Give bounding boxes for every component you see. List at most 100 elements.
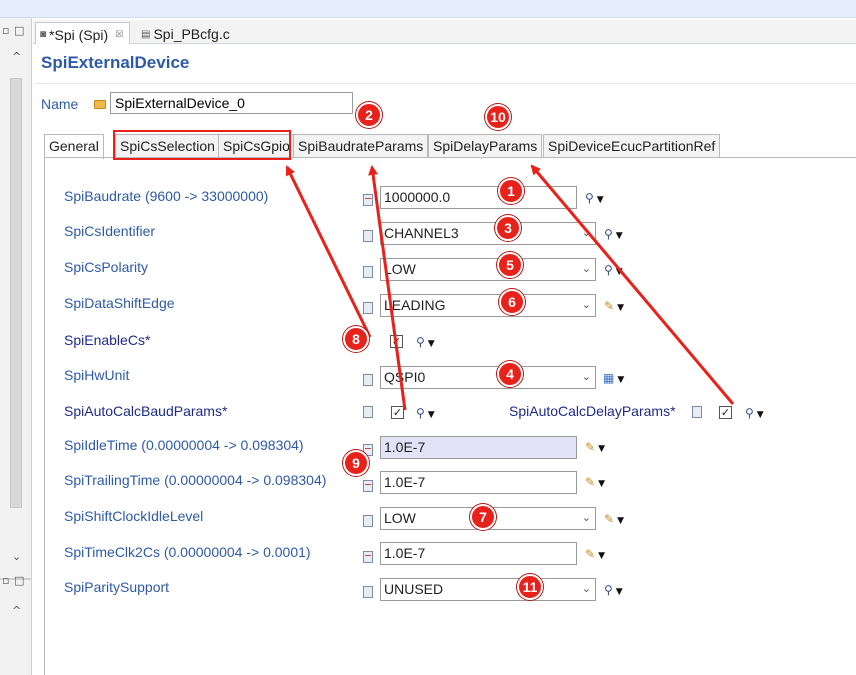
maximize-icon[interactable]: □ bbox=[14, 574, 24, 587]
shift-clock-idle-action-button[interactable]: ✎ ▼ bbox=[604, 512, 624, 526]
idle-time-action-button[interactable]: ✎ ▼ bbox=[585, 440, 605, 454]
baudrate-label: SpiBaudrate (9600 -> 33000000) bbox=[64, 188, 269, 204]
left-scrollbar-thumb[interactable] bbox=[10, 78, 22, 508]
enable-cs-checkbox[interactable]: ✓ bbox=[390, 335, 403, 348]
time-clk2cs-label: SpiTimeClk2Cs (0.00000004 -> 0.0001) bbox=[64, 544, 311, 560]
parity-support-select[interactable]: UNUSED ⌄ bbox=[380, 578, 596, 601]
annotation-badge: 1 bbox=[498, 178, 524, 204]
dropdown-arrow-icon: ▼ bbox=[598, 444, 605, 454]
close-icon[interactable]: ☒ bbox=[115, 29, 123, 40]
auto-calc-baud-action-button[interactable]: ⚲ ▼ bbox=[416, 406, 435, 420]
table-icon: ▦ bbox=[603, 371, 615, 385]
idle-time-label: SpiIdleTime (0.00000004 -> 0.098304) bbox=[64, 437, 304, 453]
config-action-icon: ⚲ bbox=[416, 335, 425, 349]
auto-calc-baud-label: SpiAutoCalcBaudParams* bbox=[64, 403, 228, 419]
baudrate-action-button[interactable]: ⚲ ▼ bbox=[585, 191, 604, 205]
annotation-badge: 10 bbox=[485, 104, 511, 130]
maximize-icon[interactable]: □ bbox=[14, 24, 24, 37]
annotation-badge: 8 bbox=[343, 326, 369, 352]
tab-label: Spi_PBcfg.c bbox=[153, 26, 230, 42]
scroll-up-icon[interactable]: ^ bbox=[12, 50, 21, 63]
tab-spideviceecucpartitionref[interactable]: SpiDeviceEcucPartitionRef bbox=[543, 134, 721, 158]
annotation-badge: 6 bbox=[499, 289, 525, 315]
dropdown-arrow-icon: ▼ bbox=[427, 410, 435, 420]
config-action-icon: ⚲ bbox=[604, 227, 613, 241]
editor-tab-bar: ◙ *Spi (Spi) ☒ ▤ Spi_PBcfg.c bbox=[33, 20, 856, 44]
auto-calc-delay-checkbox[interactable]: ✓ bbox=[719, 406, 732, 419]
parity-support-action-button[interactable]: ⚲ ▼ bbox=[604, 583, 623, 597]
trailing-time-label: SpiTrailingTime (0.00000004 -> 0.098304) bbox=[64, 472, 327, 488]
page-title: SpiExternalDevice bbox=[41, 53, 190, 72]
dropdown-arrow-icon: ▼ bbox=[756, 410, 764, 420]
dropdown-arrow-icon: ▼ bbox=[615, 267, 623, 277]
config-action-icon: ⚲ bbox=[604, 583, 613, 597]
dropdown-arrow-icon: ▼ bbox=[427, 339, 435, 349]
folder-icon bbox=[94, 100, 106, 109]
tab-general[interactable]: General bbox=[44, 134, 104, 159]
name-label: Name bbox=[41, 96, 79, 112]
cs-identifier-action-button[interactable]: ⚲ ▼ bbox=[604, 227, 623, 241]
cs-polarity-label: SpiCsPolarity bbox=[64, 259, 149, 275]
auto-calc-delay-label: SpiAutoCalcDelayParams* bbox=[509, 403, 676, 419]
enum-field-icon bbox=[363, 515, 373, 527]
hw-unit-label: SpiHwUnit bbox=[64, 367, 130, 383]
reference-field-icon bbox=[363, 374, 373, 386]
dropdown-arrow-icon: ▼ bbox=[617, 303, 624, 313]
tab-spidelayparams[interactable]: SpiDelayParams bbox=[428, 134, 543, 158]
tab-spi-pbcfg[interactable]: ▤ Spi_PBcfg.c bbox=[137, 22, 236, 44]
float-field-icon bbox=[363, 480, 373, 492]
enable-cs-action-button[interactable]: ⚲ ▼ bbox=[416, 335, 435, 349]
idle-time-input[interactable]: 1.0E-7 bbox=[380, 436, 577, 459]
scroll-up-icon[interactable]: ^ bbox=[12, 604, 21, 617]
data-shift-edge-value: LEADING bbox=[384, 297, 446, 313]
enum-field-icon bbox=[363, 230, 373, 242]
boolean-field-icon bbox=[692, 406, 702, 418]
cs-polarity-value: LOW bbox=[384, 261, 416, 277]
tab-spi-editor[interactable]: ◙ *Spi (Spi) ☒ bbox=[35, 22, 131, 44]
minimize-icon[interactable]: ▫ bbox=[2, 24, 9, 37]
auto-calc-delay-action-button[interactable]: ⚲ ▼ bbox=[745, 406, 764, 420]
trailing-time-action-button[interactable]: ✎ ▼ bbox=[585, 475, 605, 489]
config-action-icon: ⚲ bbox=[604, 263, 613, 277]
window-top-strip bbox=[0, 0, 856, 18]
data-shift-edge-label: SpiDataShiftEdge bbox=[64, 295, 175, 311]
hw-unit-select[interactable]: QSPI0 ⌄ bbox=[380, 366, 596, 389]
chevron-down-icon: ⌄ bbox=[581, 226, 591, 239]
enum-field-icon bbox=[363, 586, 373, 598]
config-file-icon: ◙ bbox=[40, 29, 47, 40]
time-clk2cs-input[interactable]: 1.0E-7 bbox=[380, 542, 577, 565]
hw-unit-value: QSPI0 bbox=[384, 369, 426, 385]
annotation-badge: 11 bbox=[517, 574, 543, 600]
tab-label: *Spi (Spi) bbox=[49, 26, 109, 43]
baudrate-input[interactable]: 1000000.0 bbox=[380, 186, 577, 209]
cs-polarity-select[interactable]: LOW ⌄ bbox=[380, 258, 596, 281]
hw-unit-action-button[interactable]: ▦ ▼ bbox=[603, 371, 624, 385]
parity-support-value: UNUSED bbox=[384, 581, 444, 597]
float-field-icon bbox=[363, 194, 373, 206]
minimize-icon[interactable]: ▫ bbox=[2, 574, 9, 587]
data-shift-edge-action-button[interactable]: ✎ ▼ bbox=[604, 299, 624, 313]
annotation-badge: 7 bbox=[470, 504, 496, 530]
cs-identifier-select[interactable]: CHANNEL3 ⌄ bbox=[380, 222, 596, 245]
data-shift-edge-select[interactable]: LEADING ⌄ bbox=[380, 294, 596, 317]
dropdown-arrow-icon: ▼ bbox=[615, 231, 623, 241]
config-action-icon: ⚲ bbox=[585, 191, 594, 205]
float-field-icon bbox=[363, 551, 373, 563]
left-panel: ▫ □ ^ ⌄ ▫ □ ^ bbox=[0, 18, 32, 675]
auto-calc-baud-checkbox[interactable]: ✓ bbox=[391, 406, 404, 419]
time-clk2cs-action-button[interactable]: ✎ ▼ bbox=[585, 547, 605, 561]
dropdown-arrow-icon: ▼ bbox=[598, 479, 605, 489]
dropdown-arrow-icon: ▼ bbox=[617, 375, 625, 385]
tab-spibaudrateparams[interactable]: SpiBaudrateParams bbox=[293, 134, 429, 158]
enable-cs-label: SpiEnableCs* bbox=[64, 332, 151, 348]
shift-clock-idle-label: SpiShiftClockIdleLevel bbox=[64, 508, 204, 524]
scroll-down-icon[interactable]: ⌄ bbox=[12, 550, 21, 563]
shift-clock-idle-value: LOW bbox=[384, 510, 416, 526]
chevron-down-icon: ⌄ bbox=[581, 262, 591, 275]
annotation-badge: 9 bbox=[343, 450, 369, 476]
config-action-icon: ⚲ bbox=[745, 406, 754, 420]
boolean-field-icon bbox=[363, 406, 373, 418]
cs-polarity-action-button[interactable]: ⚲ ▼ bbox=[604, 263, 623, 277]
trailing-time-input[interactable]: 1.0E-7 bbox=[380, 471, 577, 494]
name-input[interactable] bbox=[110, 92, 353, 114]
